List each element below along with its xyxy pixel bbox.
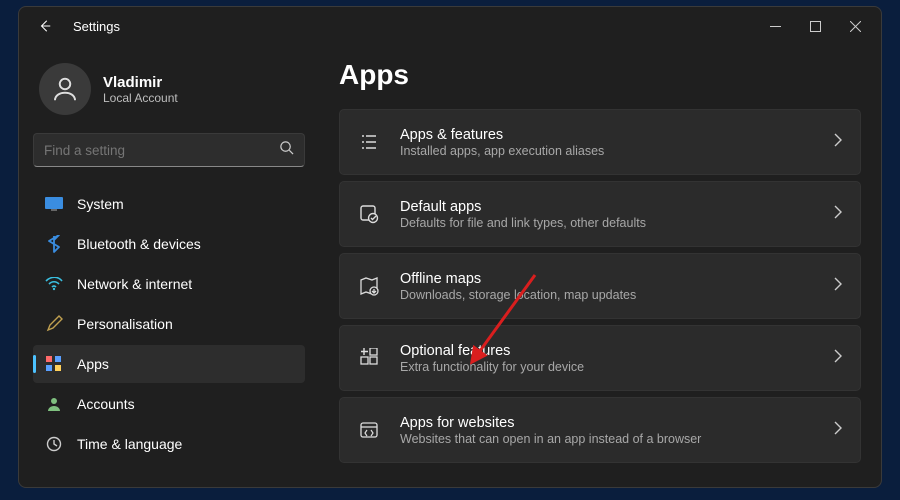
optional-features-icon [358,348,380,368]
person-icon [45,395,63,413]
sidebar-item-accounts[interactable]: Accounts [33,385,305,423]
sidebar-item-personalisation[interactable]: Personalisation [33,305,305,343]
sidebar-item-system[interactable]: System [33,185,305,223]
chevron-right-icon [834,421,842,440]
sidebar-item-label: Accounts [77,396,135,412]
page-title: Apps [339,59,861,91]
search-input[interactable] [44,143,279,158]
profile-sub: Local Account [103,91,178,105]
maximize-button[interactable] [795,10,835,42]
card-apps-for-websites[interactable]: Apps for websites Websites that can open… [339,397,861,463]
card-title: Offline maps [400,271,834,287]
sidebar-item-label: Network & internet [77,276,192,292]
avatar [39,63,91,115]
wifi-icon [45,275,63,293]
sidebar-item-label: System [77,196,124,212]
minimize-button[interactable] [755,10,795,42]
sidebar-item-bluetooth[interactable]: Bluetooth & devices [33,225,305,263]
card-subtitle: Extra functionality for your device [400,360,834,374]
card-title: Apps for websites [400,415,834,431]
sidebar-item-label: Personalisation [77,316,173,332]
search-box[interactable] [33,133,305,167]
map-icon [358,276,380,296]
sidebar: Vladimir Local Account System Bluetooth … [19,45,319,487]
nav-list: System Bluetooth & devices Network & int… [33,185,305,487]
card-subtitle: Defaults for file and link types, other … [400,216,834,230]
card-subtitle: Installed apps, app execution aliases [400,144,834,158]
card-subtitle: Downloads, storage location, map updates [400,288,834,302]
card-apps-features[interactable]: Apps & features Installed apps, app exec… [339,109,861,175]
apps-icon [45,355,63,373]
chevron-right-icon [834,349,842,368]
settings-window: Settings Vladimir Local Account [18,6,882,488]
close-button[interactable] [835,10,875,42]
chevron-right-icon [834,205,842,224]
default-apps-icon [358,204,380,224]
card-title: Default apps [400,199,834,215]
card-title: Apps & features [400,127,834,143]
clock-icon [45,435,63,453]
sidebar-item-time-language[interactable]: Time & language [33,425,305,463]
card-default-apps[interactable]: Default apps Defaults for file and link … [339,181,861,247]
sidebar-item-label: Time & language [77,436,182,452]
chevron-right-icon [834,133,842,152]
card-title: Optional features [400,343,834,359]
brush-icon [45,315,63,333]
apps-websites-icon [358,420,380,440]
sidebar-item-apps[interactable]: Apps [33,345,305,383]
profile-block[interactable]: Vladimir Local Account [33,55,305,133]
window-title: Settings [73,19,120,34]
search-icon [279,140,294,160]
sidebar-item-label: Apps [77,356,109,372]
bluetooth-icon [45,235,63,253]
card-optional-features[interactable]: Optional features Extra functionality fo… [339,325,861,391]
chevron-right-icon [834,277,842,296]
back-button[interactable] [31,19,59,33]
system-icon [45,195,63,213]
card-subtitle: Websites that can open in an app instead… [400,432,834,446]
sidebar-item-network[interactable]: Network & internet [33,265,305,303]
main-content: Apps Apps & features Installed apps, app… [319,45,881,487]
titlebar: Settings [19,7,881,45]
list-icon [358,133,380,151]
card-offline-maps[interactable]: Offline maps Downloads, storage location… [339,253,861,319]
sidebar-item-label: Bluetooth & devices [77,236,201,252]
profile-name: Vladimir [103,74,178,91]
